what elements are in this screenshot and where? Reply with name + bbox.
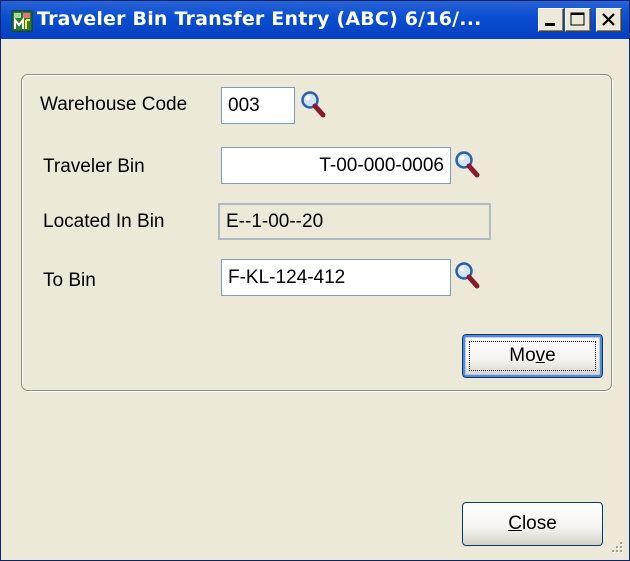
move-button-text-post: e (545, 345, 556, 366)
app-icon (11, 10, 33, 32)
move-button[interactable]: Move (462, 334, 603, 378)
maximize-icon (570, 12, 585, 26)
traveler-bin-field[interactable]: T-00-000-0006 (221, 147, 451, 184)
located-in-bin-label: Located In Bin (43, 211, 165, 232)
close-button[interactable]: Close (462, 502, 603, 546)
move-button-accel: v (535, 345, 546, 366)
maximize-button[interactable] (565, 8, 591, 32)
move-button-text-pre: Mo (509, 345, 536, 366)
to-bin-field[interactable]: F-KL-124-412 (221, 259, 451, 296)
located-in-bin-field: E--1-00--20 (218, 203, 491, 240)
warehouse-code-label: Warehouse Code (40, 94, 188, 115)
close-icon (602, 13, 615, 26)
size-grip-icon[interactable] (609, 540, 625, 556)
close-button-text-post: lose (521, 513, 557, 534)
title-bar[interactable]: Traveler Bin Transfer Entry (ABC) 6/16/.… (1, 1, 629, 39)
traveler-bin-label: Traveler Bin (43, 156, 145, 177)
warehouse-code-field[interactable]: 003 (221, 87, 295, 124)
traveler-bin-transfer-window: Traveler Bin Transfer Entry (ABC) 6/16/.… (0, 0, 630, 561)
magnifier-icon[interactable] (453, 149, 481, 179)
to-bin-label: To Bin (43, 270, 96, 291)
minimize-icon (545, 23, 555, 26)
window-title: Traveler Bin Transfer Entry (ABC) 6/16/.… (37, 8, 482, 30)
magnifier-icon[interactable] (453, 260, 481, 290)
close-button-accel: C (508, 513, 522, 534)
minimize-button[interactable] (538, 8, 564, 32)
close-window-button[interactable] (596, 8, 622, 32)
magnifier-icon[interactable] (299, 89, 327, 119)
